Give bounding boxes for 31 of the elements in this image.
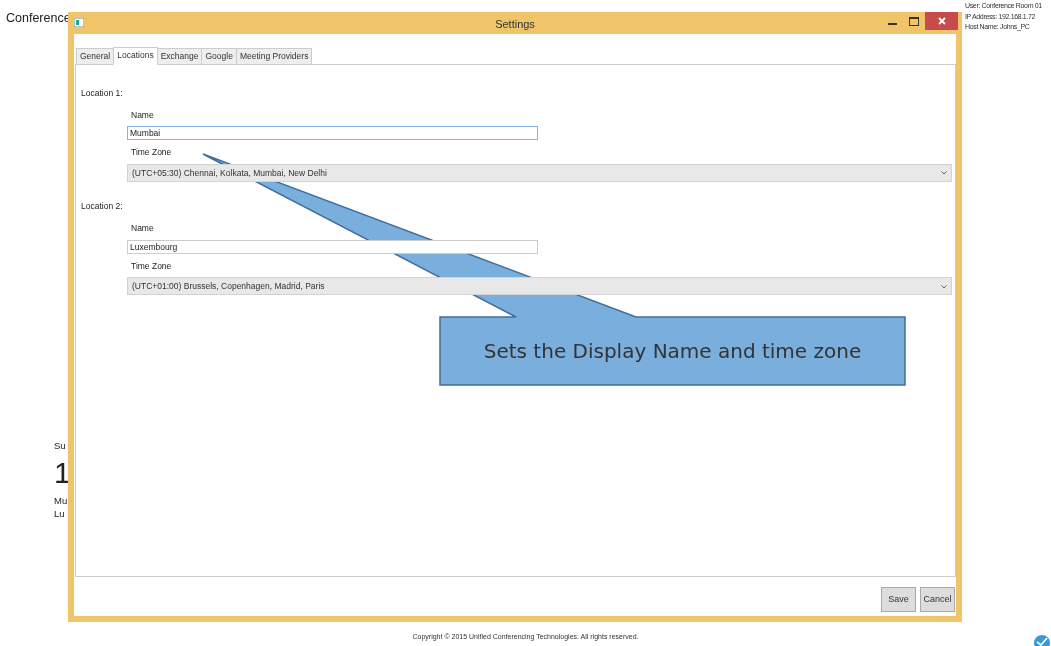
summary-label: Su	[54, 440, 66, 453]
callout-text: Sets the Display Name and time zone	[482, 338, 863, 365]
section-label: Location 1:	[81, 86, 124, 100]
field-label: Time Zone	[131, 146, 173, 159]
tab[interactable]: Exchange	[156, 48, 203, 65]
chevron-icon	[941, 171, 947, 176]
dialog-button[interactable]: Save	[881, 586, 916, 612]
location-line: Lu	[54, 507, 65, 521]
dialog-button[interactable]: Cancel	[920, 586, 955, 612]
field-label: Name	[131, 221, 155, 235]
tab[interactable]: Locations	[113, 47, 158, 65]
timezone-dropdown[interactable]: (UTC+05:30) Chennai, Kolkata, Mumbai, New Delhi	[127, 164, 952, 182]
section-label: Location 2:	[81, 200, 124, 213]
close-button[interactable]	[925, 12, 958, 30]
tab[interactable]: General	[76, 48, 115, 65]
chevron-icon	[941, 284, 947, 289]
location-line: Mu	[54, 495, 68, 508]
timezone-dropdown[interactable]: (UTC+01:00) Brussels, Copenhagen, Madrid, Paris	[127, 277, 952, 296]
name-field[interactable]: Mumbai	[127, 126, 538, 141]
big-number: 1	[54, 456, 71, 490]
minimize-icon	[887, 23, 897, 25]
maximize-icon	[909, 16, 919, 26]
name-field[interactable]: Luxembourg	[127, 239, 538, 254]
page-heading: Conference	[6, 10, 71, 27]
field-label: Name	[131, 108, 155, 122]
field-label: Time Zone	[131, 259, 173, 273]
tab[interactable]: Google	[201, 48, 237, 65]
close-icon	[937, 17, 946, 25]
app-icon	[74, 18, 84, 28]
window-title: Settings	[495, 17, 535, 32]
tab[interactable]: Meeting Providers	[235, 48, 313, 65]
